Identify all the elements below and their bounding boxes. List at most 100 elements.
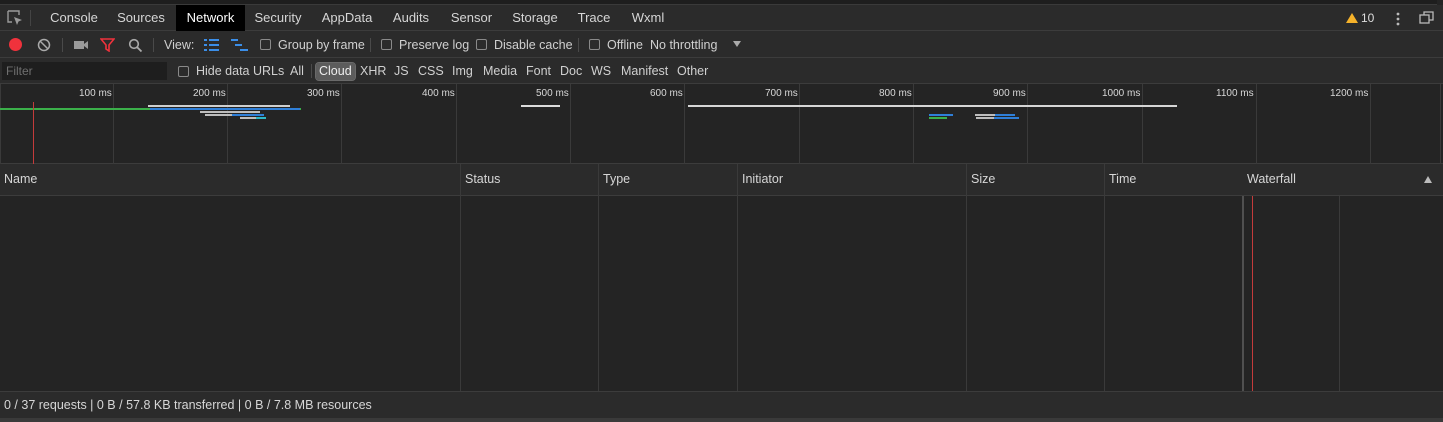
filter-type-js[interactable]: JS <box>391 63 412 80</box>
preserve-log-checkbox[interactable] <box>381 39 392 50</box>
overview-gridline <box>570 84 571 164</box>
filter-type-xhr[interactable]: XHR <box>357 63 389 80</box>
overview-gridline <box>684 84 685 164</box>
toolbar-separator <box>62 38 63 52</box>
filter-type-media[interactable]: Media <box>480 63 520 80</box>
chevron-down-icon[interactable] <box>733 41 741 47</box>
requests-summary: 0 / 37 requests | 0 B / 57.8 KB transfer… <box>4 398 372 412</box>
column-divider[interactable] <box>1104 164 1105 391</box>
overview-gridline <box>799 84 800 164</box>
overview-tick-label: 200 ms <box>193 88 226 99</box>
column-divider[interactable] <box>598 164 599 391</box>
overview-waterfall-icon[interactable] <box>231 39 248 51</box>
offline-label: Offline <box>607 37 643 52</box>
column-header-status[interactable]: Status <box>461 164 598 196</box>
overview-tick-label: 300 ms <box>307 88 340 99</box>
column-header-type[interactable]: Type <box>599 164 737 196</box>
warning-icon <box>1346 13 1358 23</box>
filter-type-ws[interactable]: WS <box>588 63 614 80</box>
column-header-initiator[interactable]: Initiator <box>738 164 966 196</box>
overview-request-bar <box>995 114 1015 116</box>
overview-gridline <box>1027 84 1028 164</box>
tab-wxml[interactable]: Wxml <box>624 5 672 31</box>
tab-sensor[interactable]: Sensor <box>444 5 499 31</box>
overview-tick-label: 400 ms <box>422 88 455 99</box>
overview-gridline <box>456 84 457 164</box>
tab-storage[interactable]: Storage <box>506 5 564 31</box>
filter-type-other[interactable]: Other <box>674 63 711 80</box>
overview-gridline <box>0 84 1 164</box>
overview-request-bar <box>688 105 1177 107</box>
column-header-size[interactable]: Size <box>967 164 1104 196</box>
tab-audits[interactable]: Audits <box>386 5 436 31</box>
more-options-icon[interactable] <box>1395 11 1401 27</box>
group-by-frame-checkbox[interactable] <box>260 39 271 50</box>
filter-type-cloud[interactable]: Cloud <box>315 62 356 81</box>
view-label: View: <box>164 37 195 52</box>
disable-cache-checkbox[interactable] <box>476 39 487 50</box>
filter-icon[interactable] <box>100 38 115 52</box>
disable-cache-label: Disable cache <box>494 37 573 52</box>
toolbar-separator <box>578 38 579 52</box>
overview-timeline[interactable]: 100 ms 200 ms 300 ms 400 ms 500 ms 600 m… <box>0 84 1443 164</box>
filter-type-all[interactable]: All <box>287 63 307 80</box>
preserve-log-label: Preserve log <box>399 37 470 52</box>
filter-type-font[interactable]: Font <box>523 63 554 80</box>
requests-table-header: Name Status Type Initiator Size Time Wat… <box>0 164 1443 196</box>
tab-sources[interactable]: Sources <box>109 5 173 31</box>
disable-cache-toggle[interactable]: Disable cache <box>476 31 573 58</box>
column-header-waterfall[interactable]: Waterfall <box>1243 164 1413 196</box>
record-button[interactable] <box>9 38 22 51</box>
undock-icon[interactable] <box>1419 11 1435 25</box>
preserve-log-toggle[interactable]: Preserve log <box>381 31 469 58</box>
filter-input[interactable] <box>2 62 167 80</box>
overview-tick-label: 1200 ms <box>1330 88 1369 99</box>
filter-bar: Hide data URLs All Cloud XHR JS CSS Img … <box>0 58 1443 84</box>
overview-gridline <box>227 84 228 164</box>
panel-tab-bar: Console Sources Network Security AppData… <box>0 0 1443 31</box>
filter-type-manifest[interactable]: Manifest <box>618 63 671 80</box>
group-by-frame-toggle[interactable]: Group by frame <box>260 31 365 58</box>
toolbar-separator <box>153 38 154 52</box>
offline-toggle[interactable]: Offline <box>589 31 643 58</box>
overview-gridline <box>1440 84 1441 164</box>
hide-data-urls-toggle[interactable]: Hide data URLs <box>178 58 284 84</box>
sort-ascending-icon[interactable] <box>1424 176 1432 183</box>
overview-tick-label: 500 ms <box>536 88 569 99</box>
column-divider[interactable] <box>737 164 738 391</box>
column-divider[interactable] <box>460 164 461 391</box>
tab-trace[interactable]: Trace <box>572 5 616 31</box>
offline-checkbox[interactable] <box>589 39 600 50</box>
tab-appdata[interactable]: AppData <box>314 5 380 31</box>
network-toolbar: View: Group by frame Preserve log Disabl… <box>0 31 1443 58</box>
overview-gridline <box>913 84 914 164</box>
tab-separator <box>30 10 31 26</box>
inspect-element-icon[interactable] <box>6 9 24 27</box>
screenshot-video-icon[interactable] <box>73 39 89 51</box>
waterfall-divider <box>1242 196 1244 391</box>
filter-type-doc[interactable]: Doc <box>557 63 585 80</box>
column-header-name[interactable]: Name <box>0 164 460 196</box>
overview-request-bar <box>976 117 994 119</box>
hide-data-urls-checkbox[interactable] <box>178 65 189 77</box>
warnings-counter[interactable]: 10 <box>1346 10 1374 26</box>
overview-request-bar <box>200 111 260 113</box>
column-header-time[interactable]: Time <box>1105 164 1242 196</box>
overview-gridline <box>113 84 114 164</box>
overview-request-bar <box>929 114 953 116</box>
dom-content-loaded-marker <box>33 102 34 164</box>
throttling-select[interactable]: No throttling <box>650 31 717 58</box>
overview-tick-label: 900 ms <box>993 88 1026 99</box>
filter-type-css[interactable]: CSS <box>415 63 447 80</box>
overview-tick-label: 600 ms <box>650 88 683 99</box>
hide-data-urls-label: Hide data URLs <box>196 64 285 78</box>
filter-type-img[interactable]: Img <box>449 63 476 80</box>
tab-console[interactable]: Console <box>41 5 107 31</box>
clear-icon[interactable] <box>37 38 51 52</box>
tab-security[interactable]: Security <box>248 5 308 31</box>
tab-network[interactable]: Network <box>176 5 245 31</box>
search-icon[interactable] <box>128 38 143 53</box>
column-divider[interactable] <box>966 164 967 391</box>
overview-tick-label: 800 ms <box>879 88 912 99</box>
large-rows-icon[interactable] <box>204 39 219 51</box>
